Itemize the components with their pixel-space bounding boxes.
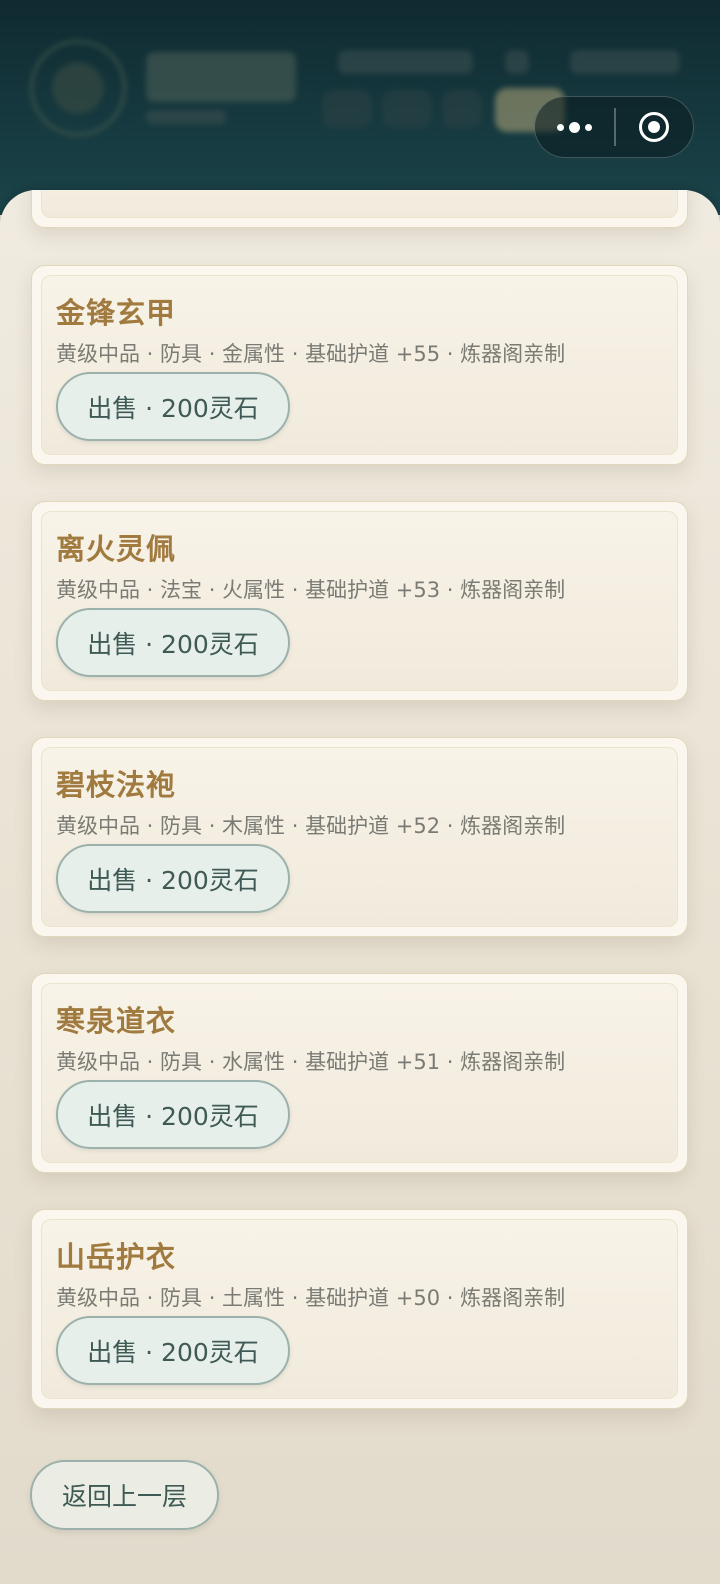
item-description: 黄级中品 · 防具 · 金属性 · 基础护道 +55 · 炼器阁亲制 bbox=[56, 342, 566, 366]
sell-button[interactable]: 出售 · 200灵石 bbox=[56, 1316, 290, 1385]
close-button[interactable] bbox=[616, 97, 694, 157]
mini-program-close-icon bbox=[639, 112, 670, 142]
item-card: 碧枝法袍 黄级中品 · 防具 · 木属性 · 基础护道 +52 · 炼器阁亲制 … bbox=[31, 737, 688, 937]
item-card-partial bbox=[31, 190, 688, 228]
app-title-blur bbox=[146, 52, 296, 102]
sell-button[interactable]: 出售 · 200灵石 bbox=[56, 372, 290, 441]
more-dots-icon bbox=[557, 123, 564, 131]
more-dots-icon bbox=[585, 123, 592, 131]
item-card-inner bbox=[41, 190, 678, 218]
header-stat-blur bbox=[505, 50, 529, 74]
header-stat-blur bbox=[338, 50, 473, 74]
item-description: 黄级中品 · 防具 · 水属性 · 基础护道 +51 · 炼器阁亲制 bbox=[56, 1050, 566, 1074]
item-name: 碧枝法袍 bbox=[56, 768, 177, 802]
item-card: 寒泉道衣 黄级中品 · 防具 · 水属性 · 基础护道 +51 · 炼器阁亲制 … bbox=[31, 973, 688, 1173]
item-card-inner: 寒泉道衣 黄级中品 · 防具 · 水属性 · 基础护道 +51 · 炼器阁亲制 … bbox=[41, 983, 678, 1163]
item-name: 离火灵佩 bbox=[56, 532, 177, 566]
item-card-inner: 离火灵佩 黄级中品 · 法宝 · 火属性 · 基础护道 +53 · 炼器阁亲制 … bbox=[41, 511, 678, 691]
item-description: 黄级中品 · 法宝 · 火属性 · 基础护道 +53 · 炼器阁亲制 bbox=[56, 578, 566, 602]
logo-emblem bbox=[52, 62, 104, 114]
item-card-inner: 碧枝法袍 黄级中品 · 防具 · 木属性 · 基础护道 +52 · 炼器阁亲制 … bbox=[41, 747, 678, 927]
item-card: 离火灵佩 黄级中品 · 法宝 · 火属性 · 基础护道 +53 · 炼器阁亲制 … bbox=[31, 501, 688, 701]
header-stat-blur bbox=[570, 50, 680, 74]
item-name: 山岳护衣 bbox=[56, 1240, 177, 1274]
item-card-inner: 山岳护衣 黄级中品 · 防具 · 土属性 · 基础护道 +50 · 炼器阁亲制 … bbox=[41, 1219, 678, 1399]
item-name: 金锋玄甲 bbox=[56, 296, 177, 330]
app-subtitle-blur bbox=[146, 110, 226, 124]
back-button[interactable]: 返回上一层 bbox=[30, 1460, 219, 1530]
sell-button[interactable]: 出售 · 200灵石 bbox=[56, 1080, 290, 1149]
item-card: 山岳护衣 黄级中品 · 防具 · 土属性 · 基础护道 +50 · 炼器阁亲制 … bbox=[31, 1209, 688, 1409]
item-name: 寒泉道衣 bbox=[56, 1004, 177, 1038]
header-pill-blur bbox=[442, 90, 482, 128]
sell-button[interactable]: 出售 · 200灵石 bbox=[56, 608, 290, 677]
header-pill-blur bbox=[382, 90, 432, 128]
mini-program-capsule bbox=[534, 96, 694, 158]
header-pill-blur bbox=[322, 90, 372, 128]
shop-sheet: 金锋玄甲 黄级中品 · 防具 · 金属性 · 基础护道 +55 · 炼器阁亲制 … bbox=[0, 190, 720, 1584]
more-button[interactable] bbox=[535, 97, 614, 157]
more-dots-icon bbox=[569, 121, 580, 133]
item-card-inner: 金锋玄甲 黄级中品 · 防具 · 金属性 · 基础护道 +55 · 炼器阁亲制 … bbox=[41, 275, 678, 455]
item-description: 黄级中品 · 防具 · 土属性 · 基础护道 +50 · 炼器阁亲制 bbox=[56, 1286, 566, 1310]
sell-button[interactable]: 出售 · 200灵石 bbox=[56, 844, 290, 913]
item-card: 金锋玄甲 黄级中品 · 防具 · 金属性 · 基础护道 +55 · 炼器阁亲制 … bbox=[31, 265, 688, 465]
item-description: 黄级中品 · 防具 · 木属性 · 基础护道 +52 · 炼器阁亲制 bbox=[56, 814, 566, 838]
